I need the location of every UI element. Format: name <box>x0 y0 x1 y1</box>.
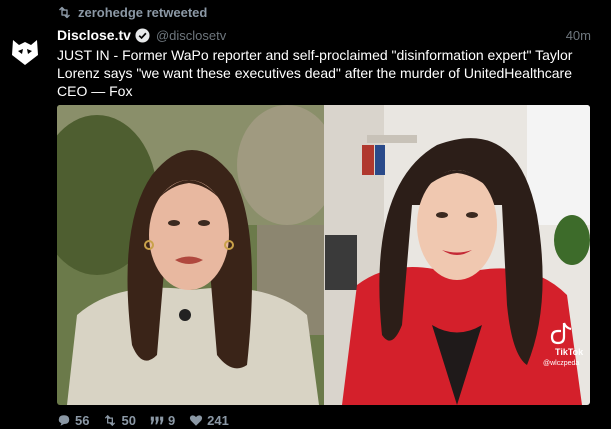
retweet-icon <box>105 414 116 427</box>
tweet-actions: 56 50 9 241 <box>57 413 229 428</box>
reply-icon <box>58 415 70 426</box>
verified-badge-icon <box>135 27 150 43</box>
retweet-icon <box>59 6 70 19</box>
tiktok-brand: TikTok <box>555 347 584 357</box>
timestamp[interactable]: 40m <box>566 28 591 43</box>
reply-count: 56 <box>75 413 90 428</box>
heart-icon <box>190 415 203 426</box>
reply-button[interactable]: 56 <box>57 413 89 428</box>
handle[interactable]: @disclosetv <box>156 28 226 43</box>
media-image: TikTok @wlczpeda <box>57 105 590 405</box>
retweet-button[interactable]: 50 <box>103 413 136 428</box>
tweet-media[interactable]: TikTok @wlczpeda <box>57 105 590 405</box>
like-count: 241 <box>207 413 229 428</box>
disclose-logo-icon <box>12 40 38 65</box>
tweet-text: JUST IN - Former WaPo reporter and self-… <box>57 47 573 99</box>
quote-icon <box>150 416 164 425</box>
retweet-count: 50 <box>121 413 136 428</box>
quote-count: 9 <box>167 413 176 428</box>
like-button[interactable]: 241 <box>189 413 229 428</box>
quote-button[interactable]: 9 <box>150 413 175 428</box>
tiktok-handle: @wlczpeda <box>543 360 579 367</box>
avatar[interactable] <box>7 33 43 69</box>
retweet-label: zerohedge retweeted <box>78 5 208 20</box>
display-name[interactable]: Disclose.tv <box>57 27 131 43</box>
tweet-header: Disclose.tv @disclosetv 40m <box>57 26 591 44</box>
left-panel-image <box>57 105 337 405</box>
retweet-banner[interactable]: zerohedge retweeted <box>57 5 207 20</box>
